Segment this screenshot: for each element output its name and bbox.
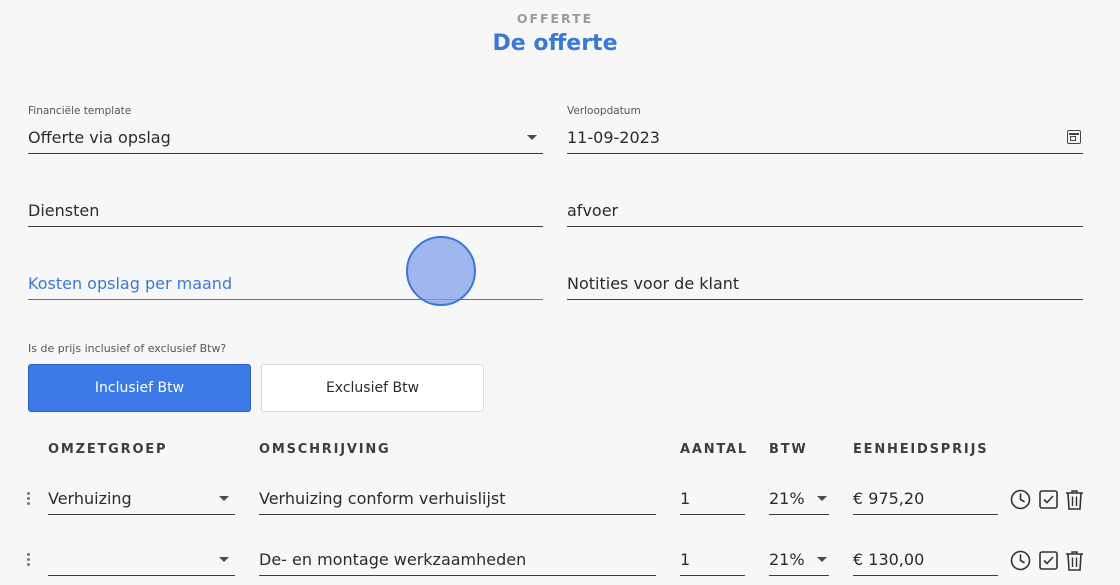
clock-icon[interactable] <box>1009 488 1031 510</box>
row-unit-price-input[interactable]: € 130,00 <box>853 544 998 576</box>
drag-handle-icon[interactable] <box>27 553 31 566</box>
chevron-down-icon <box>219 557 229 562</box>
header-btw: BTW <box>769 442 808 457</box>
chevron-down-icon <box>817 557 827 562</box>
expiry-date-input[interactable]: 11-09-2023 <box>567 121 1083 154</box>
clock-icon[interactable] <box>1009 549 1031 571</box>
calendar-icon[interactable] <box>1067 130 1081 144</box>
template-select[interactable]: Offerte via opslag <box>28 121 543 154</box>
row-qty-value: 1 <box>680 489 691 508</box>
row-unit-price-value: € 130,00 <box>853 550 925 569</box>
template-label: Financiële template <box>28 105 132 117</box>
drag-handle-icon[interactable] <box>27 492 31 505</box>
page-eyebrow: OFFERTE <box>516 11 594 26</box>
row-unit-price-value: € 975,20 <box>853 489 925 508</box>
row-qty-value: 1 <box>680 550 691 569</box>
row-group-value: Verhuizing <box>48 489 132 508</box>
row-group-select[interactable] <box>48 544 235 576</box>
row-vat-value: 21% <box>769 550 805 569</box>
page-title: De offerte <box>492 31 618 56</box>
expiry-value: 11-09-2023 <box>567 127 660 147</box>
row-description-value: De- en montage werkzaamheden <box>259 550 527 569</box>
row-description-value: Verhuizing conform verhuislijst <box>259 489 506 508</box>
chevron-down-icon <box>817 496 827 501</box>
disposal-value: afvoer <box>567 200 619 220</box>
checkbox-icon[interactable] <box>1037 488 1059 510</box>
row-vat-select[interactable]: 21% <box>769 483 829 515</box>
services-value: Diensten <box>28 200 100 220</box>
trash-icon[interactable] <box>1063 488 1085 510</box>
header-omzetgroep: OMZETGROEP <box>48 442 168 457</box>
client-notes-placeholder: Notities voor de klant <box>567 273 740 293</box>
expiry-label: Verloopdatum <box>567 105 641 117</box>
touch-cursor-indicator <box>406 236 476 306</box>
header-eenheidsprijs: EENHEIDSPRIJS <box>853 442 989 457</box>
row-description-input[interactable]: De- en montage werkzaamheden <box>259 544 656 576</box>
vat-question: Is de prijs inclusief of exclusief Btw? <box>28 342 227 355</box>
template-value: Offerte via opslag <box>28 127 171 147</box>
inclusive-vat-button[interactable]: Inclusief Btw <box>28 364 251 412</box>
row-qty-input[interactable]: 1 <box>680 483 745 515</box>
header-aantal: AANTAL <box>680 442 749 457</box>
row-vat-value: 21% <box>769 489 805 508</box>
row-group-select[interactable]: Verhuizing <box>48 483 235 515</box>
client-notes-input[interactable]: Notities voor de klant <box>567 267 1083 300</box>
row-unit-price-input[interactable]: € 975,20 <box>853 483 998 515</box>
checkbox-icon[interactable] <box>1037 549 1059 571</box>
trash-icon[interactable] <box>1063 549 1085 571</box>
chevron-down-icon <box>527 134 537 140</box>
services-field[interactable]: Diensten <box>28 194 543 227</box>
cost-markup-placeholder: Kosten opslag per maand <box>28 273 233 293</box>
exclusive-vat-button[interactable]: Exclusief Btw <box>261 364 484 412</box>
row-vat-select[interactable]: 21% <box>769 544 829 576</box>
row-qty-input[interactable]: 1 <box>680 544 745 576</box>
row-description-input[interactable]: Verhuizing conform verhuislijst <box>259 483 656 515</box>
chevron-down-icon <box>219 496 229 501</box>
disposal-field[interactable]: afvoer <box>567 194 1083 227</box>
header-omschrijving: OMSCHRIJVING <box>259 442 391 457</box>
